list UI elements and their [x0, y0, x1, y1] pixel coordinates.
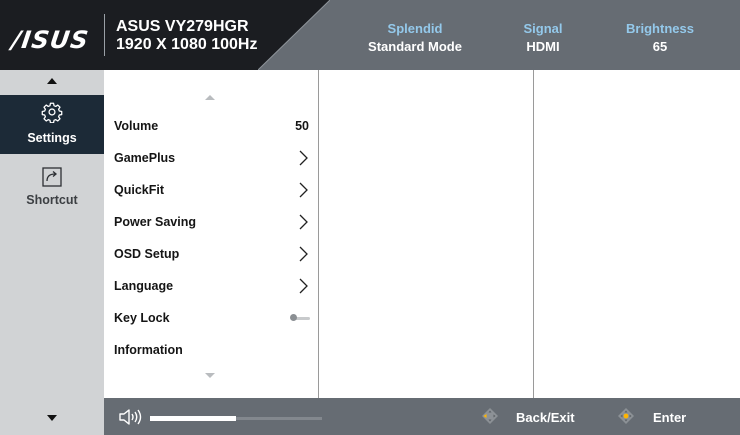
menu-item-label: Power Saving: [114, 215, 196, 229]
status-label: Signal: [523, 21, 563, 36]
volume-slider-fill: [150, 416, 236, 421]
menu-item-label: OSD Setup: [114, 247, 180, 261]
enter-label: Enter: [653, 410, 687, 425]
menu-item-label: Key Lock: [114, 311, 170, 325]
volume-slider[interactable]: [150, 416, 322, 421]
chevron-right-icon: [299, 214, 308, 230]
nav-item-shortcut[interactable]: Shortcut: [0, 160, 104, 220]
joystick-center-icon: [618, 408, 634, 424]
toggle-knob: [290, 314, 297, 321]
shortcut-icon: [42, 167, 62, 187]
menu-item-osd-setup[interactable]: OSD Setup: [104, 238, 318, 270]
model-spec: 1920 X 1080 100Hz: [116, 36, 258, 53]
model-info: ASUS VY279HGR 1920 X 1080 100Hz: [116, 18, 257, 54]
menu-item-power-saving[interactable]: Power Saving: [104, 206, 318, 238]
status-value: Standard Mode: [368, 39, 462, 54]
menu-scroll-up-icon[interactable]: [205, 95, 215, 100]
back-exit-label: Back/Exit: [516, 410, 575, 425]
menu-item-information[interactable]: Information: [104, 334, 318, 366]
header-divider: [258, 0, 330, 70]
nav-item-settings[interactable]: Settings: [0, 95, 104, 154]
chevron-right-icon: [299, 246, 308, 262]
menu-item-label: Volume: [114, 119, 159, 133]
panel-divider: [533, 70, 534, 398]
status-splendid: Splendid Standard Mode: [340, 20, 490, 56]
nav-item-label: Settings: [27, 131, 77, 145]
nav-item-label: Shortcut: [26, 193, 78, 207]
menu-item-gameplus[interactable]: GamePlus: [104, 142, 318, 174]
menu-item-label: Information: [114, 343, 183, 357]
joystick-left-icon: [482, 408, 498, 424]
asus-logo: /ISUS: [10, 26, 91, 54]
volume-value: 50: [295, 119, 309, 133]
status-value: HDMI: [526, 39, 560, 54]
menu-scroll-down-icon[interactable]: [205, 373, 215, 378]
status-label: Brightness: [626, 21, 694, 36]
gear-icon: [41, 102, 63, 123]
chevron-right-icon: [299, 182, 308, 198]
status-value: 65: [652, 39, 668, 54]
menu-item-label: QuickFit: [114, 183, 165, 197]
speaker-icon: [119, 409, 142, 425]
status-label: Splendid: [387, 21, 443, 36]
nav-scroll-down-icon[interactable]: [47, 415, 57, 421]
status-brightness: Brightness 65: [610, 20, 710, 56]
chevron-right-icon: [299, 150, 308, 166]
panel-divider: [318, 70, 319, 398]
nav-scroll-up-icon[interactable]: [47, 78, 57, 84]
chevron-right-icon: [299, 278, 308, 294]
logo-separator: [104, 14, 105, 56]
status-signal: Signal HDMI: [508, 20, 578, 56]
model-name: ASUS VY279HGR: [116, 18, 249, 35]
menu-item-label: GamePlus: [114, 151, 176, 165]
menu-item-label: Language: [114, 279, 174, 293]
menu-item-language[interactable]: Language: [104, 270, 318, 302]
menu-item-key-lock[interactable]: Key Lock: [104, 302, 318, 334]
menu-item-quickfit[interactable]: QuickFit: [104, 174, 318, 206]
key-lock-toggle[interactable]: [290, 314, 310, 321]
menu-item-volume[interactable]: Volume 50: [104, 110, 318, 142]
